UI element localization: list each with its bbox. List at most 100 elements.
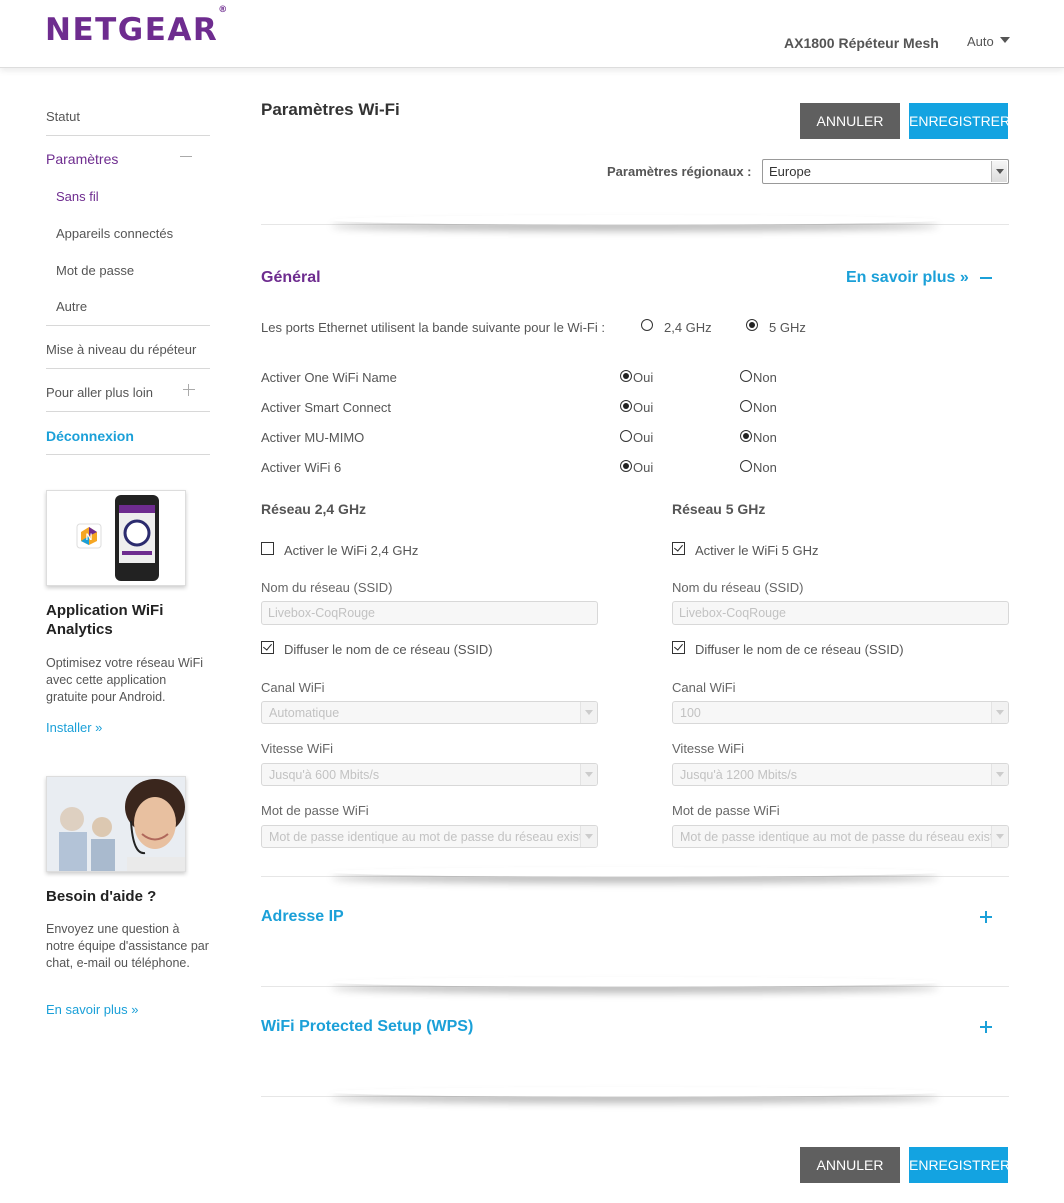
smart-connect-no-radio[interactable] xyxy=(740,400,752,412)
save-button-bottom[interactable]: ENREGISTRER xyxy=(909,1147,1010,1183)
password24-select[interactable]: Mot de passe identique au mot de passe d… xyxy=(261,825,598,848)
divider xyxy=(46,411,210,412)
net5-title: Réseau 5 GHz xyxy=(672,501,766,517)
divider xyxy=(46,325,210,326)
cancel-button[interactable]: ANNULER xyxy=(800,103,900,139)
sidebar-item-pour-aller-plus-loin[interactable]: Pour aller plus loin xyxy=(46,385,153,400)
svg-text:N: N xyxy=(86,532,93,542)
one-wifi-name-yes-radio[interactable] xyxy=(620,370,632,382)
option-label-smart-connect: Activer Smart Connect xyxy=(261,400,392,415)
yes-label: Oui xyxy=(633,430,654,445)
ssid5-label: Nom du réseau (SSID) xyxy=(672,580,804,595)
header: NETGEAR® AX1800 Répéteur Mesh Auto xyxy=(0,0,1064,68)
enable-5ghz-checkbox[interactable] xyxy=(672,542,685,555)
wifi-analytics-app-image[interactable]: N xyxy=(46,490,186,586)
ssid24-input[interactable]: Livebox-CoqRouge xyxy=(261,601,598,625)
plus-icon[interactable] xyxy=(183,384,195,396)
chevron-down-icon xyxy=(991,826,1008,847)
option-label-wifi6: Activer WiFi 6 xyxy=(261,460,342,475)
divider xyxy=(46,135,210,136)
broadcast24-checkbox[interactable] xyxy=(261,641,274,654)
ethernet-band-label: Les ports Ethernet utilisent la bande su… xyxy=(261,320,605,335)
sidebar-item-mot-de-passe[interactable]: Mot de passe xyxy=(56,263,134,278)
section-divider xyxy=(261,1096,1009,1114)
speed24-value: Jusqu'à 600 Mbits/s xyxy=(269,768,380,782)
no-label: Non xyxy=(753,370,777,385)
app-promo-title: Application WiFi Analytics xyxy=(46,602,164,638)
divider xyxy=(46,368,210,369)
ssid5-input[interactable]: Livebox-CoqRouge xyxy=(672,601,1009,625)
plus-icon[interactable] xyxy=(980,911,992,923)
speed24-select[interactable]: Jusqu'à 600 Mbits/s xyxy=(261,763,598,786)
chevron-down-icon[interactable] xyxy=(991,161,1007,182)
general-section-title[interactable]: Général xyxy=(261,269,321,287)
save-button[interactable]: ENREGISTRER xyxy=(909,103,1010,139)
speed24-label: Vitesse WiFi xyxy=(261,741,333,756)
product-name: AX1800 Répéteur Mesh xyxy=(784,35,939,51)
net24-title: Réseau 2,4 GHz xyxy=(261,501,367,517)
enable-5ghz-label: Activer le WiFi 5 GHz xyxy=(695,543,819,558)
no-label: Non xyxy=(753,430,777,445)
mu-mimo-no-radio[interactable] xyxy=(740,430,752,442)
yes-label: Oui xyxy=(633,460,654,475)
sidebar-item-autre[interactable]: Autre xyxy=(56,299,87,314)
section-divider xyxy=(261,986,1009,1004)
chevron-down-icon xyxy=(991,764,1008,785)
minus-icon[interactable] xyxy=(180,156,192,157)
page-title: Paramètres Wi-Fi xyxy=(261,100,400,119)
broadcast24-label: Diffuser le nom de ce réseau (SSID) xyxy=(284,642,493,657)
radio-24ghz-label: 2,4 GHz xyxy=(664,320,712,335)
option-label-one-wifi-name: Activer One WiFi Name xyxy=(261,370,397,385)
section-divider xyxy=(261,224,1009,242)
help-learn-more-link[interactable]: En savoir plus » xyxy=(46,1002,139,1017)
minus-icon[interactable] xyxy=(980,277,992,279)
ip-section-title[interactable]: Adresse IP xyxy=(261,908,344,926)
ssid24-label: Nom du réseau (SSID) xyxy=(261,580,393,595)
channel24-select[interactable]: Automatique xyxy=(261,701,598,724)
sidebar-item-mise-a-niveau[interactable]: Mise à niveau du répéteur xyxy=(46,342,196,357)
checkmark-icon xyxy=(674,542,683,552)
caret-down-icon[interactable] xyxy=(1000,37,1010,43)
install-link[interactable]: Installer » xyxy=(46,720,102,735)
no-label: Non xyxy=(753,460,777,475)
sidebar-item-deconnexion[interactable]: Déconnexion xyxy=(46,428,134,444)
password5-select[interactable]: Mot de passe identique au mot de passe d… xyxy=(672,825,1009,848)
no-label: Non xyxy=(753,400,777,415)
help-promo-text: Envoyez une question à notre équipe d'as… xyxy=(46,922,209,970)
enable-24ghz-label: Activer le WiFi 2,4 GHz xyxy=(284,543,419,558)
sidebar-item-sans-fil[interactable]: Sans fil xyxy=(56,189,99,204)
radio-24ghz[interactable] xyxy=(641,319,653,331)
sidebar-item-appareils-connectes[interactable]: Appareils connectés xyxy=(56,226,173,241)
speed5-select[interactable]: Jusqu'à 1200 Mbits/s xyxy=(672,763,1009,786)
mu-mimo-yes-radio[interactable] xyxy=(620,430,632,442)
chevron-down-icon xyxy=(580,702,597,723)
one-wifi-name-no-radio[interactable] xyxy=(740,370,752,382)
password24-label: Mot de passe WiFi xyxy=(261,803,369,818)
broadcast5-checkbox[interactable] xyxy=(672,641,685,654)
sidebar-item-statut[interactable]: Statut xyxy=(46,109,80,124)
support-agent-image xyxy=(46,776,186,872)
channel24-label: Canal WiFi xyxy=(261,680,325,695)
netgear-logo[interactable]: NETGEAR® xyxy=(45,5,227,48)
language-select[interactable]: Auto xyxy=(967,34,994,49)
cancel-button-bottom[interactable]: ANNULER xyxy=(800,1147,900,1183)
region-label: Paramètres régionaux : xyxy=(607,164,752,179)
channel5-select[interactable]: 100 xyxy=(672,701,1009,724)
sidebar-item-parametres[interactable]: Paramètres xyxy=(46,151,118,167)
wifi6-no-radio[interactable] xyxy=(740,460,752,472)
plus-icon[interactable] xyxy=(980,1021,992,1033)
wifi6-yes-radio[interactable] xyxy=(620,460,632,472)
wps-section-title[interactable]: WiFi Protected Setup (WPS) xyxy=(261,1018,473,1036)
region-value: Europe xyxy=(769,164,811,179)
learn-more-link[interactable]: En savoir plus » xyxy=(846,269,969,287)
speed5-label: Vitesse WiFi xyxy=(672,741,744,756)
checkmark-icon xyxy=(674,641,683,651)
channel5-label: Canal WiFi xyxy=(672,680,736,695)
region-select[interactable]: Europe xyxy=(762,159,1009,184)
yes-label: Oui xyxy=(633,400,654,415)
smart-connect-yes-radio[interactable] xyxy=(620,400,632,412)
enable-24ghz-checkbox[interactable] xyxy=(261,542,274,555)
radio-5ghz[interactable] xyxy=(746,319,758,331)
channel24-value: Automatique xyxy=(269,706,340,720)
broadcast5-label: Diffuser le nom de ce réseau (SSID) xyxy=(695,642,904,657)
